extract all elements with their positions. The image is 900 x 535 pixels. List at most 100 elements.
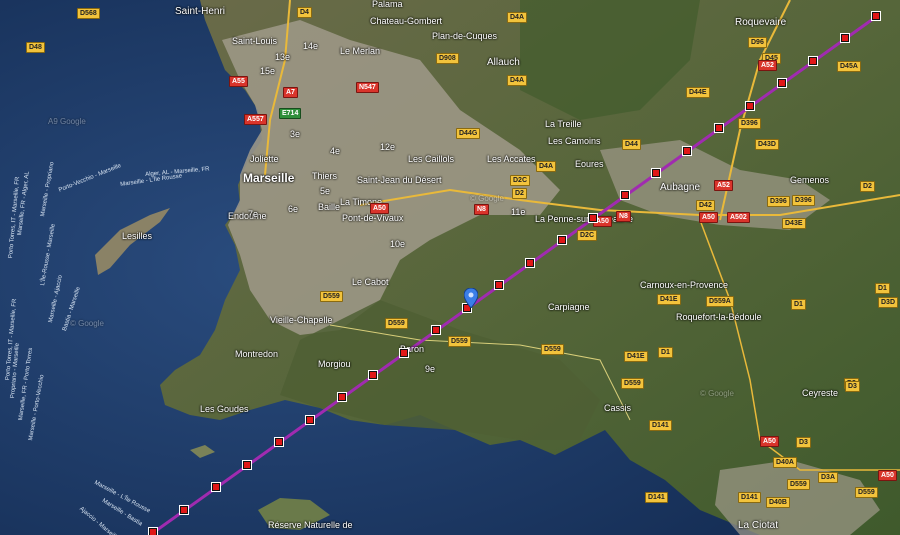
road-shield: D1 [875, 283, 890, 294]
road-shield: D559A [706, 296, 734, 307]
road-shield: D396 [767, 196, 790, 207]
place-label: Les Accates [487, 154, 536, 164]
red-square-waypoint-icon[interactable] [274, 437, 284, 447]
road-shield: D43D [755, 139, 779, 150]
blue-location-pin-icon[interactable] [464, 288, 478, 308]
road-shield: D48 [26, 42, 45, 53]
place-label: 7e [248, 209, 259, 219]
place-label: Gemenos [790, 175, 830, 185]
place-label: 3e [290, 129, 301, 139]
red-square-waypoint-icon[interactable] [871, 11, 881, 21]
red-square-waypoint-icon[interactable] [714, 123, 724, 133]
red-square-waypoint-icon[interactable] [588, 213, 598, 223]
place-label: 6e [288, 204, 299, 214]
place-label: Aubagne [660, 182, 701, 193]
place-label: Roquefort-la-Bédoule [676, 312, 762, 322]
red-square-waypoint-icon[interactable] [337, 392, 347, 402]
road-shield: D559 [855, 487, 878, 498]
road-shield: D44G [456, 128, 481, 139]
place-label: 9e [425, 364, 436, 374]
satellite-map[interactable]: Saint-Henri Palama Chateau-Gombert Saint-Lo… [0, 0, 900, 535]
red-square-waypoint-icon[interactable] [620, 190, 630, 200]
place-label: Pont-de-Vivaux [342, 213, 404, 223]
red-square-waypoint-icon[interactable] [494, 280, 504, 290]
place-label: Joliette [250, 154, 279, 164]
road-shield: D396 [738, 118, 761, 129]
red-square-waypoint-icon[interactable] [242, 460, 252, 470]
place-label: Les Camoins [548, 136, 601, 146]
road-shield: D4 [297, 7, 312, 18]
place-label: 4e [330, 146, 341, 156]
road-shield: A7 [283, 87, 298, 98]
road-shield: A502 [727, 212, 750, 223]
place-label: La Treille [545, 119, 582, 129]
road-shield: A55 [229, 76, 248, 87]
place-label: Montredon [235, 349, 279, 359]
google-watermark: © Google [70, 319, 104, 328]
road-shield: D44 [622, 139, 641, 150]
place-label: Allauch [487, 57, 520, 68]
place-label: Carpiagne [548, 302, 590, 312]
red-square-waypoint-icon[interactable] [211, 482, 221, 492]
place-label: 12e [380, 142, 396, 152]
road-shield: D4A [507, 75, 528, 86]
road-shield: A50 [878, 470, 897, 481]
place-label: 10e [390, 239, 406, 249]
place-label: La Ciotat [738, 520, 779, 531]
road-shield: N8 [616, 211, 631, 222]
road-shield: D1 [658, 347, 673, 358]
place-label: 14e [303, 41, 319, 51]
red-square-waypoint-icon[interactable] [682, 146, 692, 156]
place-label: Palama [372, 0, 403, 9]
place-label: Les Goudes [200, 404, 249, 414]
place-label: Carnoux-en-Provence [640, 280, 729, 290]
red-square-waypoint-icon[interactable] [745, 101, 755, 111]
road-shield: D2C [510, 175, 531, 186]
place-label: Thiers [312, 171, 338, 181]
road-shield: D559 [448, 336, 471, 347]
road-shield: D4A [536, 161, 557, 172]
road-shield: A52 [758, 60, 777, 71]
place-label: Morgiou [318, 359, 351, 369]
place-label: Vieille-Chapelle [270, 315, 333, 325]
red-square-waypoint-icon[interactable] [431, 325, 441, 335]
place-label: 11e [511, 207, 526, 217]
road-shield: D4A [507, 12, 528, 23]
place-label: 15e [260, 66, 276, 76]
road-shield: D3 [845, 381, 860, 392]
place-label: Les Caillols [408, 154, 455, 164]
red-square-waypoint-icon[interactable] [148, 527, 158, 535]
place-label: Réserve Naturelle de [268, 520, 353, 530]
red-square-waypoint-icon[interactable] [777, 78, 787, 88]
road-shield: D2C [577, 230, 598, 241]
red-square-waypoint-icon[interactable] [651, 168, 661, 178]
red-square-waypoint-icon[interactable] [179, 505, 189, 515]
red-square-waypoint-icon[interactable] [399, 348, 409, 358]
road-shield: D568 [77, 8, 100, 19]
red-square-waypoint-icon[interactable] [368, 370, 378, 380]
road-shield: A50 [699, 212, 718, 223]
red-square-waypoint-icon[interactable] [525, 258, 535, 268]
road-shield: A52 [714, 180, 733, 191]
place-label: Roquevaire [735, 17, 787, 28]
place-label: Plan-de-Cuques [432, 31, 498, 41]
place-label: Saint-Henri [175, 6, 226, 17]
place-label: 5e [320, 186, 331, 196]
red-square-waypoint-icon[interactable] [840, 33, 850, 43]
road-shield: A50 [370, 203, 389, 214]
road-shield: N8 [474, 204, 489, 215]
road-shield: D396 [792, 195, 815, 206]
road-shield: D41E [657, 294, 681, 305]
red-square-waypoint-icon[interactable] [808, 56, 818, 66]
road-shield: D42 [696, 200, 715, 211]
place-label: Lesilles [122, 231, 153, 241]
road-shield: D141 [738, 492, 761, 503]
road-shield: D1 [791, 299, 806, 310]
road-shield: D2 [512, 188, 527, 199]
road-shield: D41E [624, 351, 648, 362]
red-square-waypoint-icon[interactable] [305, 415, 315, 425]
road-shield: D3D [878, 297, 899, 308]
road-shield: D2 [860, 181, 875, 192]
road-shield: N547 [356, 82, 379, 93]
red-square-waypoint-icon[interactable] [557, 235, 567, 245]
